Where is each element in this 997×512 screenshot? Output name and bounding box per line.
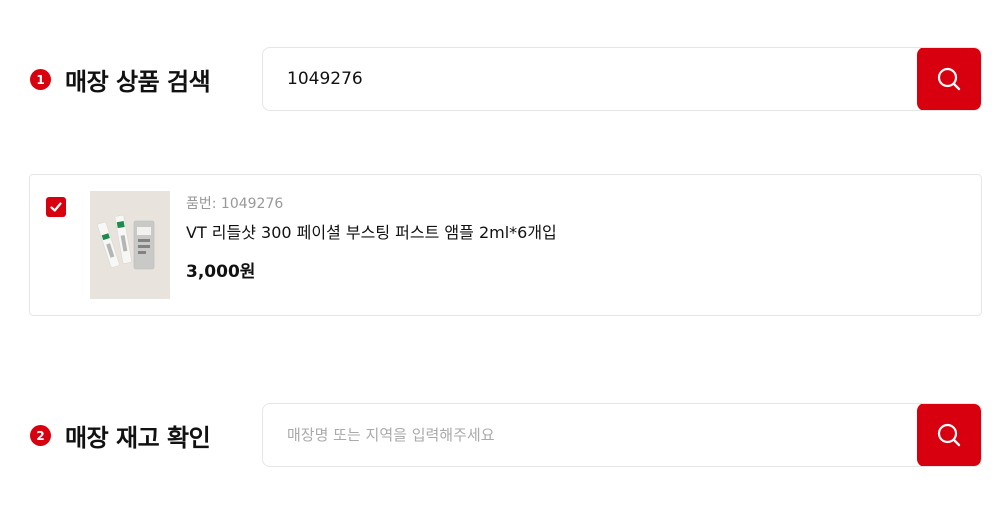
step-2-heading: 2 매장 재고 확인 — [30, 418, 211, 453]
product-code: 품번: 1049276 — [186, 196, 284, 212]
store-search-button[interactable] — [917, 404, 981, 466]
step-1-heading: 1 매장 상품 검색 — [30, 62, 211, 97]
product-search-button[interactable] — [917, 48, 981, 110]
check-icon — [50, 202, 62, 212]
store-search-box — [262, 403, 982, 467]
step-2-badge: 2 — [30, 425, 51, 446]
product-search-input[interactable] — [263, 48, 917, 110]
step-1-title: 매장 상품 검색 — [65, 68, 211, 96]
product-info: 품번: 1049276 VT 리들샷 300 페이셜 부스팅 퍼스트 앰플 2m… — [186, 193, 557, 282]
search-icon — [937, 67, 961, 91]
product-price: 3,000원 — [186, 262, 256, 282]
product-result-card[interactable]: 품번: 1049276 VT 리들샷 300 페이셜 부스팅 퍼스트 앰플 2m… — [29, 174, 982, 316]
store-search-input[interactable] — [263, 404, 917, 466]
step-1-badge: 1 — [30, 69, 51, 90]
search-icon — [937, 423, 961, 447]
product-thumbnail — [90, 191, 170, 299]
product-select-checkbox[interactable] — [46, 197, 66, 217]
product-search-box — [262, 47, 982, 111]
product-name: VT 리들샷 300 페이셜 부스팅 퍼스트 앰플 2ml*6개입 — [186, 223, 557, 242]
step-2-title: 매장 재고 확인 — [65, 424, 211, 452]
